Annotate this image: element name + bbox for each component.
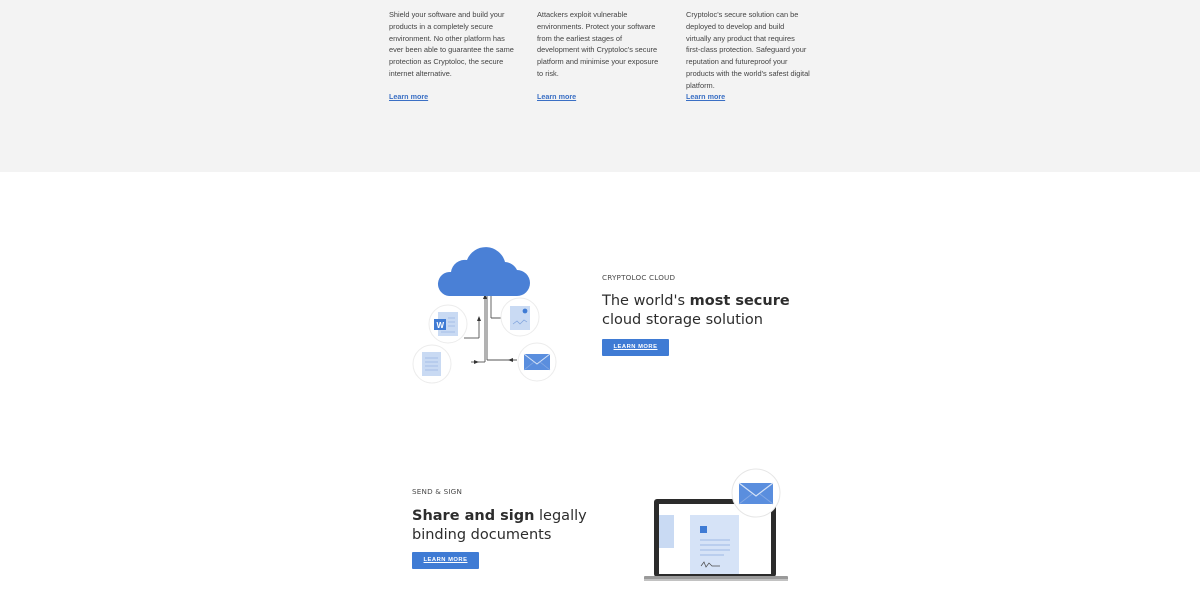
- chart-document-icon: [500, 297, 540, 337]
- sign-text-block: SEND & SIGN Share and sign legally bindi…: [412, 487, 672, 544]
- cloud-text-block: CRYPTOLOC CLOUD The world's most secure …: [602, 273, 862, 329]
- headline-text: binding documents: [412, 526, 552, 543]
- signed-document-icon: [690, 515, 739, 574]
- section-headline: Share and sign legally binding documents: [412, 507, 672, 544]
- headline-text: legally: [534, 508, 587, 524]
- learn-more-link[interactable]: Learn more: [537, 92, 576, 101]
- headline-emphasis: most secure: [689, 293, 790, 309]
- headline-emphasis: Share and sign: [412, 508, 535, 524]
- sign-illustration: [640, 466, 790, 586]
- feature-text: Shield your software and build your prod…: [389, 10, 514, 78]
- headline-text: The world's: [602, 293, 690, 309]
- sign-learn-more-button[interactable]: LEARN MORE: [412, 552, 479, 569]
- features-band: Shield your software and build your prod…: [0, 0, 1200, 172]
- section-headline: The world's most secure cloud storage so…: [602, 292, 862, 329]
- svg-text:W: W: [437, 321, 445, 330]
- learn-more-link[interactable]: Learn more: [389, 92, 428, 101]
- feature-text: Cryptoloc's secure solution can be deplo…: [686, 10, 810, 90]
- cloud-learn-more-button[interactable]: LEARN MORE: [602, 339, 669, 356]
- feature-column-1: Shield your software and build your prod…: [389, 9, 514, 101]
- cloud-illustration: W: [405, 238, 565, 388]
- envelope-icon: [517, 342, 557, 382]
- section-eyebrow: SEND & SIGN: [412, 487, 463, 496]
- section-eyebrow: CRYPTOLOC CLOUD: [602, 273, 676, 282]
- word-document-icon: W: [428, 304, 468, 344]
- cloud-icon: [437, 247, 530, 296]
- headline-text: cloud storage solution: [602, 311, 763, 328]
- feature-column-3: Cryptoloc's secure solution can be deplo…: [686, 9, 811, 101]
- learn-more-link[interactable]: Learn more: [686, 92, 725, 101]
- document-icon: [412, 344, 452, 384]
- feature-text: Attackers exploit vulnerable environment…: [537, 10, 659, 78]
- feature-column-2: Attackers exploit vulnerable environment…: [537, 9, 662, 101]
- envelope-icon: [731, 468, 781, 518]
